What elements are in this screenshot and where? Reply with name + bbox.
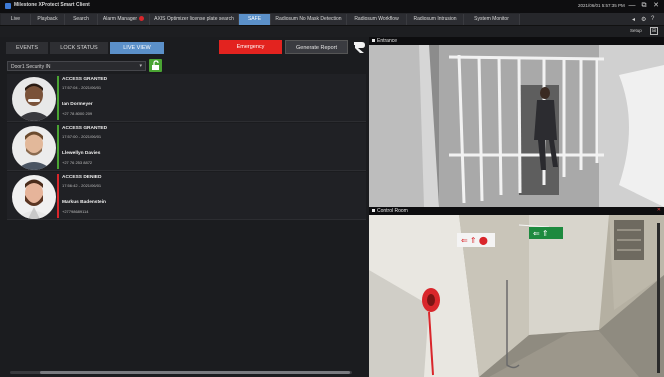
window-title: Milestone XProtect Smart Client: [14, 2, 90, 8]
camera-view-entrance[interactable]: Entrance: [369, 37, 664, 207]
horizontal-scrollbar[interactable]: [10, 371, 352, 374]
event-phone: +27798689114: [62, 209, 89, 214]
settings-icon[interactable]: ⚙: [641, 16, 646, 23]
subtab-live-view[interactable]: LIVE VIEW: [110, 42, 164, 54]
tab-no-mask-detection[interactable]: Radiosum No Mask Detection: [271, 14, 347, 25]
event-person-name: Ian Dormeyer: [62, 102, 93, 107]
event-status: ACCESS GRANTED: [62, 77, 108, 82]
vertical-scrollbar[interactable]: [657, 223, 660, 373]
tab-safe[interactable]: SAFE: [239, 14, 271, 25]
event-card[interactable]: ACCESS GRANTED 17:57:00 - 2021/06/01 Lle…: [7, 123, 366, 171]
event-time: 17:57:04 - 2021/06/01: [62, 85, 102, 90]
safe-panel: EVENTS LOCK STATUS LIVE VIEW Emergency G…: [0, 37, 369, 377]
event-status: ACCESS GRANTED: [62, 126, 108, 131]
event-person-name: Markus Badenstein: [62, 200, 106, 205]
tab-axis-optimizer[interactable]: AXIS Optimizer license plate search: [150, 14, 239, 25]
clock: 2021/06/01 5:57:35 PM: [578, 3, 625, 8]
setup-link[interactable]: Setup: [630, 28, 642, 33]
tab-radiosum-workflow[interactable]: Radiosum Workflow: [347, 14, 407, 25]
tab-system-monitor[interactable]: System Monitor: [464, 14, 520, 25]
avatar: [12, 175, 56, 219]
event-phone: +27 76 253 8872: [62, 160, 93, 165]
door-select[interactable]: Door1 Security IN ▾: [7, 61, 146, 71]
unlock-door-button[interactable]: [149, 59, 162, 72]
subtab-events[interactable]: EVENTS: [6, 42, 48, 54]
subtab-lock-status[interactable]: LOCK STATUS: [50, 42, 108, 54]
restore-button[interactable]: ⧉: [638, 1, 650, 11]
event-card[interactable]: ACCESS DENIED 17:56:42 - 2021/06/01 Mark…: [7, 172, 366, 220]
event-status: ACCESS DENIED: [62, 175, 102, 180]
tab-live[interactable]: Live: [1, 14, 31, 25]
setup-row: Setup ⊞: [0, 26, 664, 37]
alarm-badge: [139, 16, 145, 22]
camera-title: Control Room: [372, 208, 408, 214]
workspace-tabs: Live Playback Search Alarm Manager AXIS …: [0, 13, 664, 26]
door-select-value: Door1 Security IN: [11, 63, 51, 70]
tab-alarm-manager[interactable]: Alarm Manager: [98, 14, 150, 25]
status-bar: [57, 76, 59, 120]
close-view-icon[interactable]: ✕: [657, 207, 661, 213]
tab-radiosum-intrusion[interactable]: Radiosum Intrusion: [407, 14, 464, 25]
avatar: [12, 77, 56, 121]
brand-logo-icon: [354, 42, 365, 53]
minimize-button[interactable]: —: [626, 1, 638, 11]
camera-title: Entrance: [372, 38, 397, 44]
event-time: 17:56:42 - 2021/06/01: [62, 183, 102, 188]
svg-text:⇐ ⇑: ⇐ ⇑: [533, 229, 549, 238]
camera-view-control-room[interactable]: Control Room ✕ ⇐ ⇑ ⬤ ⇐ ⇑: [369, 207, 664, 377]
camera-feed: ⇐ ⇑ ⬤ ⇐ ⇑: [369, 215, 664, 377]
unlock-icon: [152, 60, 159, 70]
svg-text:⇐ ⇑ ⬤: ⇐ ⇑ ⬤: [461, 236, 488, 245]
event-person-name: Llewellyn Davies: [62, 151, 101, 156]
chevron-down-icon: ▾: [139, 63, 142, 69]
event-phone: +27 78 8000 209: [62, 111, 93, 116]
status-bar: [57, 174, 59, 218]
layout-icon[interactable]: ⊞: [650, 27, 658, 35]
avatar: [12, 126, 56, 170]
status-bar: [57, 125, 59, 169]
scrollbar-thumb[interactable]: [40, 371, 350, 374]
emergency-button[interactable]: Emergency: [219, 40, 282, 54]
event-card[interactable]: ACCESS GRANTED 17:57:04 - 2021/06/01 Ian…: [7, 74, 366, 122]
close-button[interactable]: ✕: [650, 1, 662, 11]
title-bar: Milestone XProtect Smart Client 2021/06/…: [0, 0, 664, 13]
back-icon[interactable]: ◂: [632, 16, 635, 23]
app-icon: [5, 3, 11, 9]
tab-playback[interactable]: Playback: [31, 14, 65, 25]
tab-search[interactable]: Search: [65, 14, 98, 25]
generate-report-button[interactable]: Generate Report: [285, 40, 348, 54]
camera-feed: [369, 45, 664, 207]
help-icon[interactable]: ?: [651, 16, 654, 22]
event-time: 17:57:00 - 2021/06/01: [62, 134, 102, 139]
